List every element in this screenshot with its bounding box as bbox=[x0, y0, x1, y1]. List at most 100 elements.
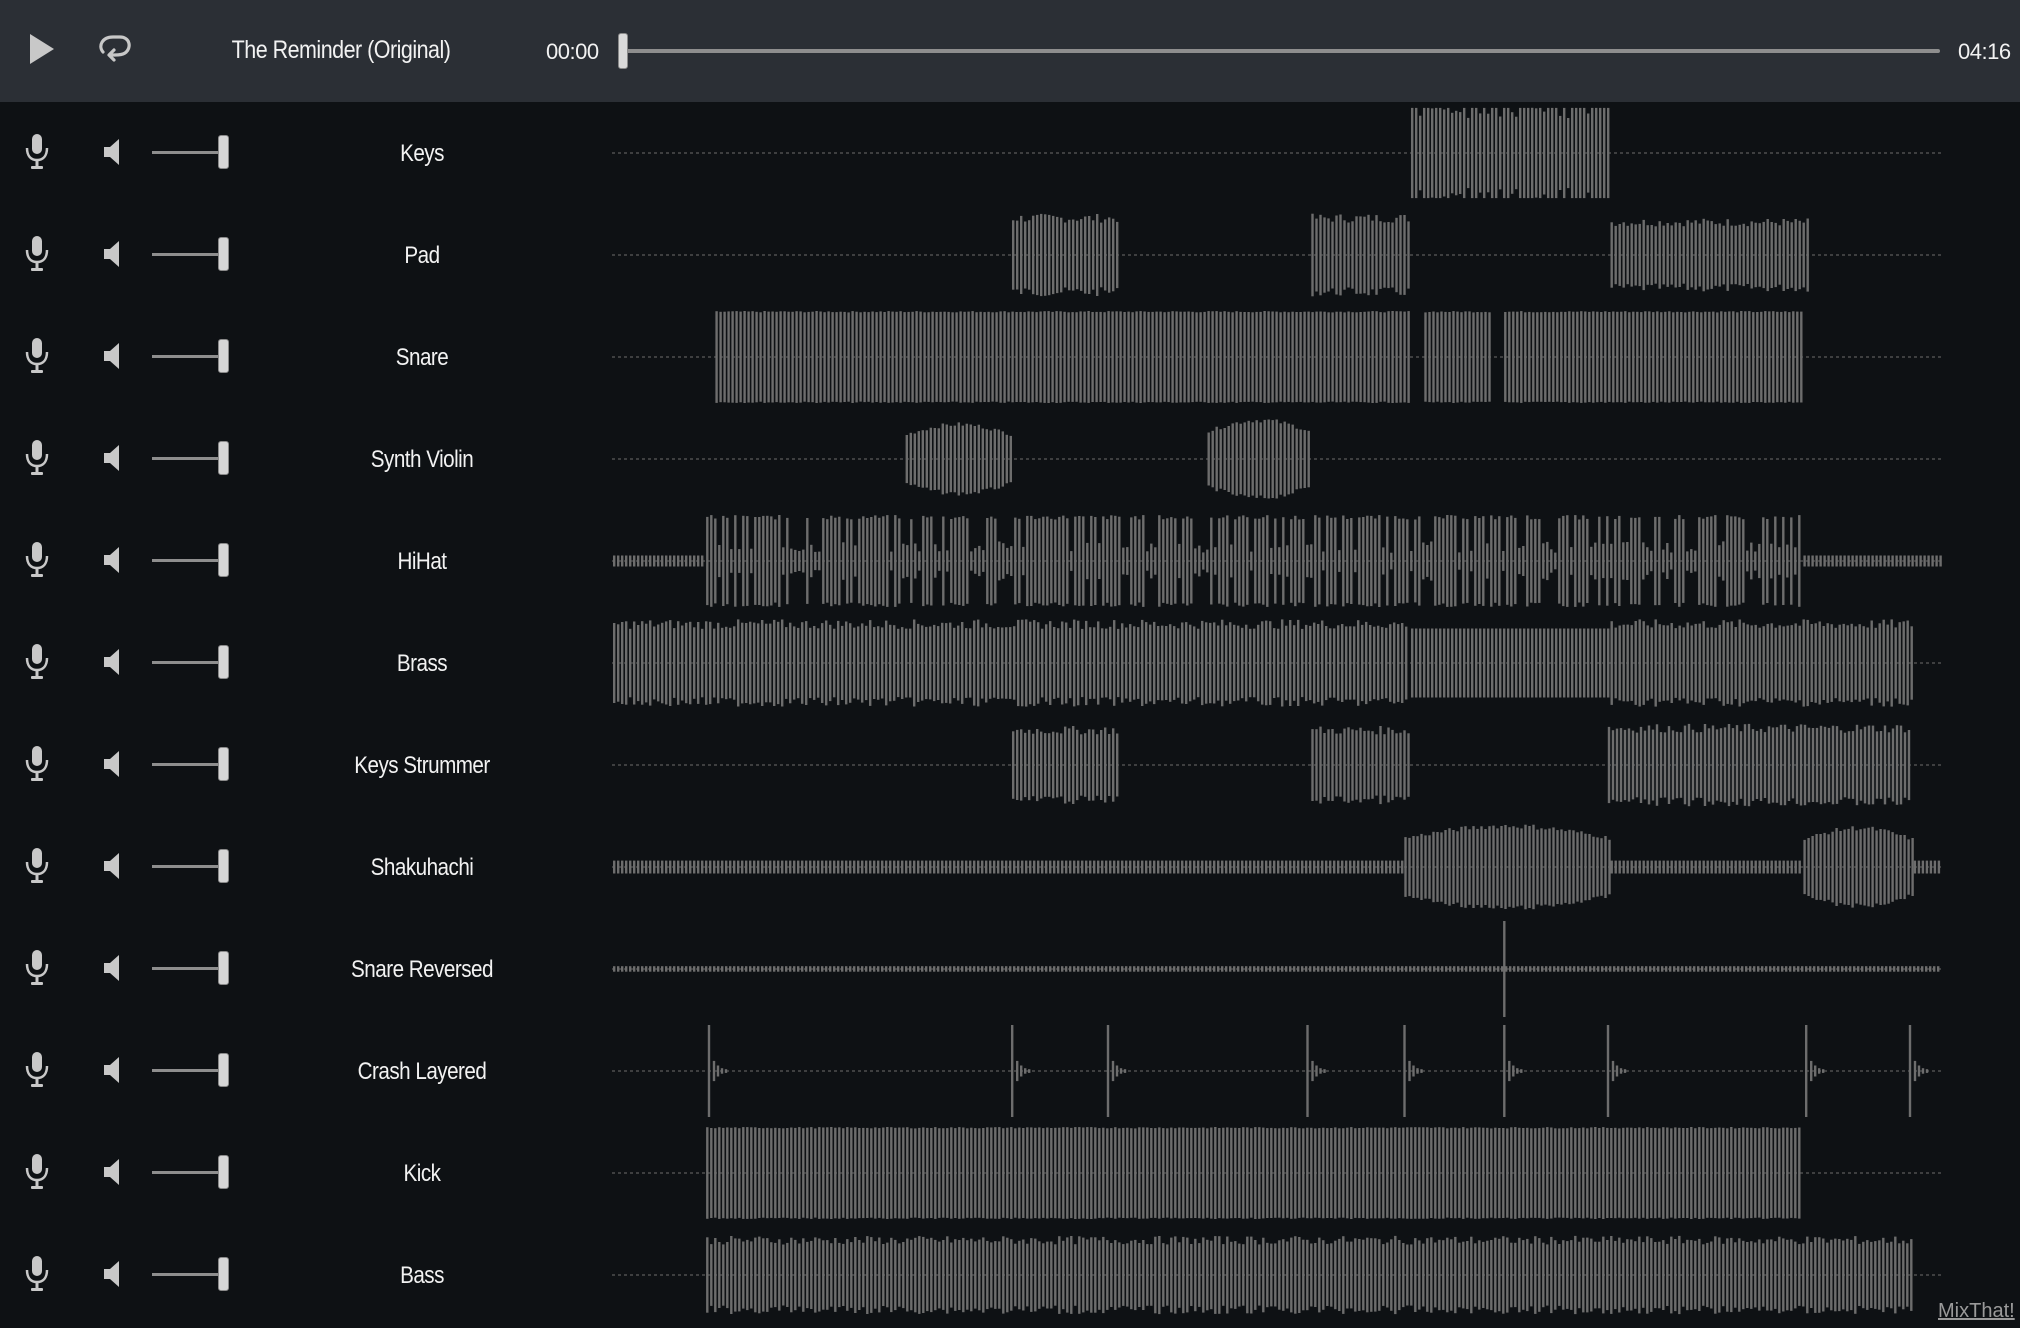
speaker-icon[interactable] bbox=[100, 1257, 130, 1291]
waveform[interactable] bbox=[612, 102, 1942, 204]
volume-slider[interactable] bbox=[152, 1254, 232, 1294]
microphone-icon[interactable] bbox=[22, 846, 52, 886]
waveform-bar bbox=[1165, 626, 1168, 700]
volume-slider[interactable] bbox=[152, 642, 232, 682]
volume-knob[interactable] bbox=[218, 645, 229, 679]
volume-knob[interactable] bbox=[218, 1257, 229, 1291]
microphone-icon[interactable] bbox=[22, 540, 52, 580]
waveform-bar bbox=[1092, 729, 1095, 801]
speaker-icon[interactable] bbox=[100, 849, 130, 883]
waveform-bar bbox=[1545, 966, 1548, 972]
waveform-bar bbox=[894, 515, 897, 607]
waveform[interactable] bbox=[612, 510, 1942, 612]
waveform-bar bbox=[1542, 1127, 1545, 1219]
crash-hit-tail bbox=[1408, 1060, 1411, 1082]
microphone-icon[interactable] bbox=[22, 642, 52, 682]
progress-handle[interactable] bbox=[618, 33, 628, 69]
waveform-bar bbox=[1508, 311, 1511, 403]
microphone-icon[interactable] bbox=[22, 1050, 52, 1090]
waveform-bar bbox=[773, 966, 776, 972]
waveform-bar bbox=[1674, 1239, 1677, 1312]
waveform-bar bbox=[882, 516, 885, 606]
volume-slider[interactable] bbox=[152, 846, 232, 886]
microphone-icon[interactable] bbox=[22, 234, 52, 274]
microphone-icon[interactable] bbox=[22, 438, 52, 478]
speaker-icon[interactable] bbox=[100, 237, 130, 271]
waveform-bar bbox=[1142, 515, 1145, 607]
waveform-bar bbox=[1480, 312, 1483, 402]
microphone-icon[interactable] bbox=[22, 948, 52, 988]
waveform-bar bbox=[645, 623, 648, 703]
speaker-icon[interactable] bbox=[100, 543, 130, 577]
waveform-bar bbox=[1523, 107, 1526, 199]
waveform-bar bbox=[1141, 619, 1144, 706]
volume-knob[interactable] bbox=[218, 135, 229, 169]
volume-slider[interactable] bbox=[152, 948, 232, 988]
volume-knob[interactable] bbox=[218, 1155, 229, 1189]
volume-slider[interactable] bbox=[152, 438, 232, 478]
microphone-icon[interactable] bbox=[22, 744, 52, 784]
waveform-bar bbox=[787, 311, 790, 403]
waveform-bar bbox=[1354, 549, 1357, 573]
waveform[interactable] bbox=[612, 1224, 1942, 1326]
microphone-icon[interactable] bbox=[22, 132, 52, 172]
waveform[interactable] bbox=[612, 612, 1942, 714]
waveform-bar bbox=[1695, 732, 1699, 798]
speaker-icon[interactable] bbox=[100, 339, 130, 373]
waveform[interactable] bbox=[612, 1122, 1942, 1224]
speaker-icon[interactable] bbox=[100, 441, 130, 475]
waveform[interactable] bbox=[612, 918, 1942, 1020]
waveform-bar bbox=[802, 1128, 805, 1218]
microphone-icon[interactable] bbox=[22, 1152, 52, 1192]
loop-icon[interactable] bbox=[94, 28, 136, 70]
volume-slider[interactable] bbox=[152, 336, 232, 376]
mixthat-link[interactable]: MixThat! bbox=[1938, 1300, 2015, 1323]
volume-knob[interactable] bbox=[218, 339, 229, 373]
volume-knob[interactable] bbox=[218, 1053, 229, 1087]
waveform-bar bbox=[1428, 835, 1431, 899]
volume-knob[interactable] bbox=[218, 237, 229, 271]
speaker-icon[interactable] bbox=[100, 951, 130, 985]
volume-slider[interactable] bbox=[152, 1152, 232, 1192]
waveform[interactable] bbox=[612, 1020, 1942, 1122]
speaker-icon[interactable] bbox=[100, 1053, 130, 1087]
waveform[interactable] bbox=[612, 204, 1942, 306]
waveform-bar bbox=[1326, 1128, 1329, 1218]
waveform-bar bbox=[781, 619, 784, 707]
waveform[interactable] bbox=[612, 408, 1942, 510]
volume-slider[interactable] bbox=[152, 1050, 232, 1090]
waveform-bar bbox=[1243, 422, 1246, 496]
volume-slider[interactable] bbox=[152, 540, 232, 580]
volume-slider[interactable] bbox=[152, 744, 232, 784]
waveform-bar bbox=[1882, 619, 1885, 707]
volume-knob[interactable] bbox=[218, 441, 229, 475]
volume-slider[interactable] bbox=[152, 132, 232, 172]
volume-knob[interactable] bbox=[218, 543, 229, 577]
play-icon[interactable] bbox=[22, 28, 60, 70]
volume-slider[interactable] bbox=[152, 234, 232, 274]
progress-track[interactable] bbox=[618, 49, 1940, 53]
speaker-icon[interactable] bbox=[100, 135, 130, 169]
waveform-bar bbox=[1117, 860, 1120, 874]
waveform[interactable] bbox=[612, 306, 1942, 408]
volume-knob[interactable] bbox=[218, 747, 229, 781]
waveform-bar bbox=[714, 1238, 717, 1313]
volume-knob[interactable] bbox=[218, 849, 229, 883]
waveform-bar bbox=[701, 555, 704, 567]
waveform-bar bbox=[1805, 966, 1808, 972]
waveform-bar bbox=[1412, 836, 1415, 898]
waveform-bar bbox=[1133, 626, 1136, 700]
waveform-bar bbox=[1917, 966, 1920, 972]
waveform-bar bbox=[1761, 966, 1764, 972]
microphone-icon[interactable] bbox=[22, 1254, 52, 1294]
waveform[interactable] bbox=[612, 816, 1942, 918]
speaker-icon[interactable] bbox=[100, 747, 130, 781]
microphone-icon[interactable] bbox=[22, 336, 52, 376]
waveform[interactable] bbox=[612, 714, 1942, 816]
waveform-bar bbox=[890, 1127, 893, 1219]
speaker-icon[interactable] bbox=[100, 645, 130, 679]
waveform-bar bbox=[1460, 312, 1463, 402]
speaker-icon[interactable] bbox=[100, 1155, 130, 1189]
waveform-bar bbox=[1157, 860, 1160, 874]
volume-knob[interactable] bbox=[218, 951, 229, 985]
